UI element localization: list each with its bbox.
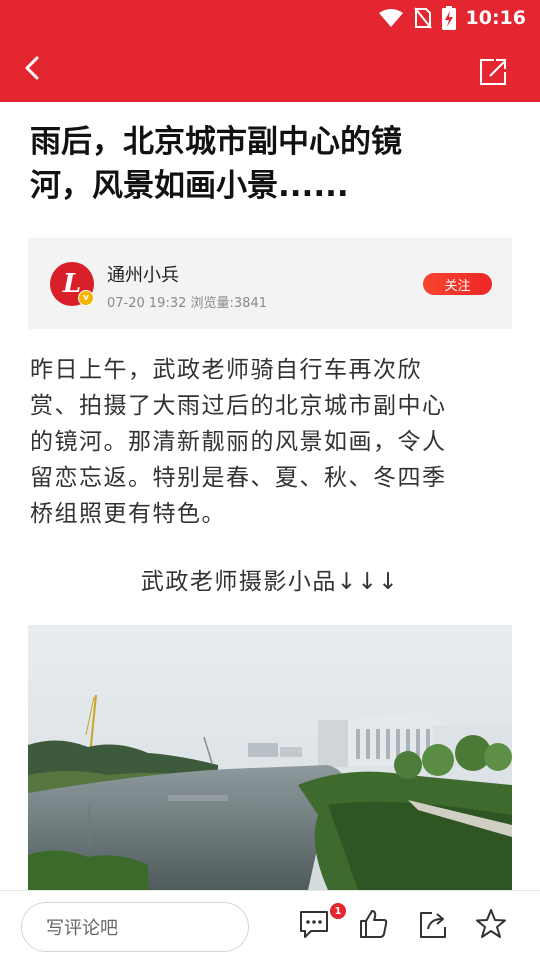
body-line: 留恋忘返。特别是春、夏、秋、冬四季 bbox=[30, 465, 447, 491]
app-bar bbox=[0, 36, 540, 102]
body-line: 的镜河。那清新靓丽的风景如画，令人 bbox=[30, 429, 447, 455]
river-landscape-image bbox=[28, 625, 512, 890]
share-icon bbox=[480, 59, 506, 85]
photo-caption: 武政老师摄影小品↓↓↓ bbox=[140, 569, 400, 595]
star-icon bbox=[476, 909, 506, 938]
comment-icon bbox=[300, 911, 328, 938]
no-sim-icon bbox=[413, 7, 432, 29]
author-meta: 07-20 19:32 浏览量:3841 bbox=[107, 292, 267, 311]
bottom-bar: 写评论吧 1 bbox=[0, 890, 540, 960]
article-title-line: 雨后，北京城市副中心的镜 bbox=[30, 124, 402, 160]
author-card: L v 通州小兵 07-20 19:32 浏览量:3841 关注 bbox=[28, 238, 512, 329]
comment-count-badge: 1 bbox=[330, 903, 346, 919]
like-icon bbox=[360, 910, 388, 938]
article-photo[interactable] bbox=[28, 625, 512, 890]
share-button[interactable] bbox=[476, 54, 510, 88]
battery-charging-icon bbox=[441, 6, 456, 30]
body-line: 桥组照更有特色。 bbox=[30, 501, 226, 527]
forward-button[interactable] bbox=[416, 907, 450, 941]
like-button[interactable] bbox=[357, 907, 391, 941]
comments-button[interactable] bbox=[297, 907, 331, 941]
publish-date: 07-20 19:32 bbox=[107, 296, 187, 311]
back-button[interactable] bbox=[14, 50, 50, 86]
comment-placeholder: 写评论吧 bbox=[46, 918, 118, 939]
author-name[interactable]: 通州小兵 bbox=[107, 261, 179, 287]
comment-input[interactable]: 写评论吧 bbox=[21, 902, 249, 952]
view-count: 浏览量:3841 bbox=[190, 296, 267, 311]
back-arrow-icon bbox=[25, 56, 39, 80]
article-title-line: 河，风景如画小景...... bbox=[30, 168, 349, 204]
body-line: 赏、拍摄了大雨过后的北京城市副中心 bbox=[30, 393, 447, 419]
status-time: 10:16 bbox=[465, 7, 526, 29]
forward-icon bbox=[420, 912, 446, 938]
verified-badge-icon: v bbox=[78, 290, 94, 306]
body-line: 昨日上午，武政老师骑自行车再次欣 bbox=[30, 357, 422, 383]
verified-letter: v bbox=[83, 293, 89, 303]
wifi-icon bbox=[378, 9, 403, 27]
status-icons: 10:16 bbox=[378, 6, 526, 30]
follow-button[interactable]: 关注 bbox=[423, 273, 492, 295]
article-title: 雨后，北京城市副中心的镜 河，风景如画小景...... bbox=[30, 120, 510, 208]
favorite-button[interactable] bbox=[474, 907, 508, 941]
status-bar: 10:16 bbox=[0, 0, 540, 36]
article-body: 昨日上午，武政老师骑自行车再次欣 赏、拍摄了大雨过后的北京城市副中心 的镜河。那… bbox=[30, 352, 514, 532]
